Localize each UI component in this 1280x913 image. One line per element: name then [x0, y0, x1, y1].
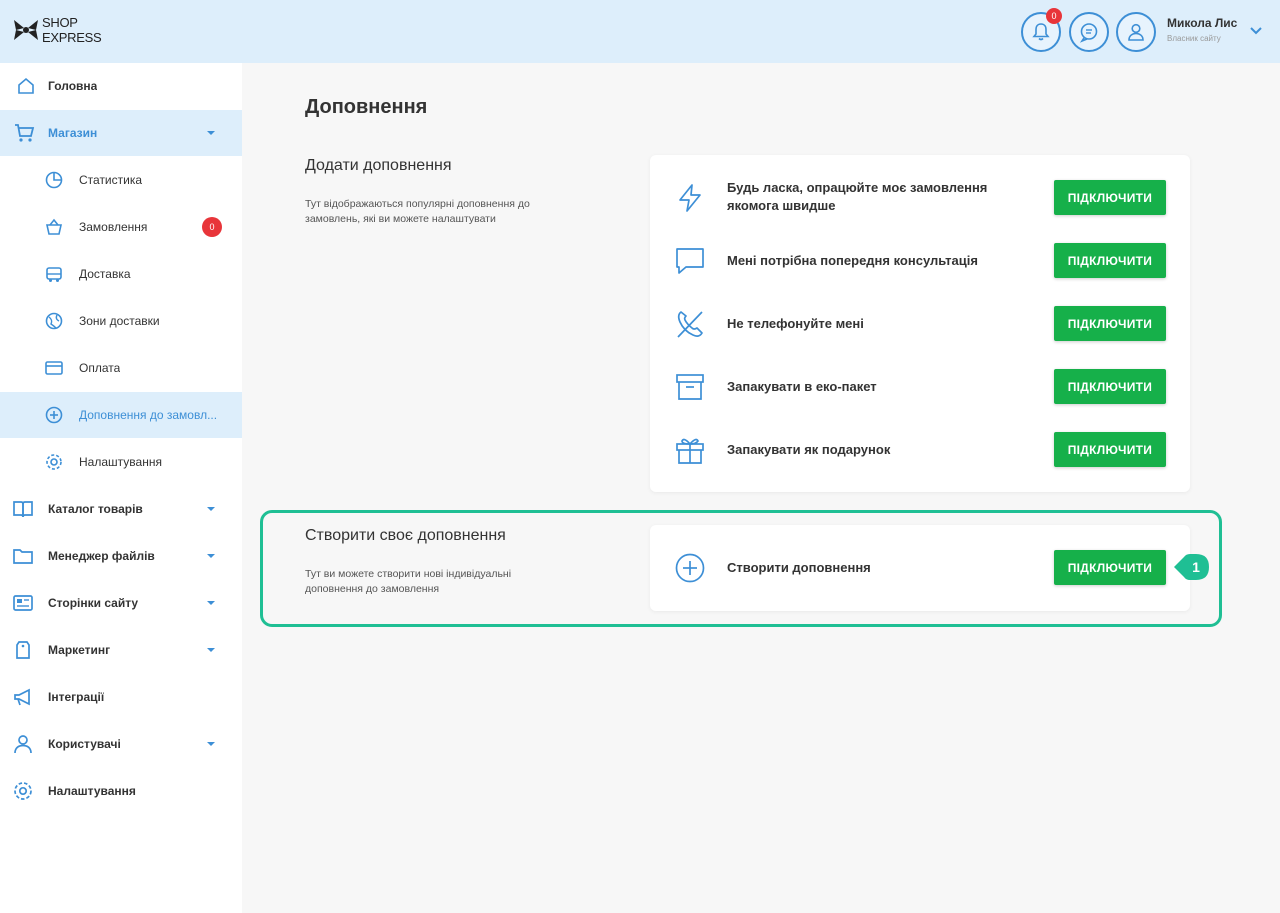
sidebar-item-label: Налаштування — [48, 784, 136, 798]
addon-label: Запакувати як подарунок — [727, 442, 891, 457]
addon-label: Мені потрібна попередня консультація — [727, 253, 978, 268]
sidebar-item-label: Статистика — [79, 173, 143, 187]
sidebar-item-label: Магазин — [48, 126, 98, 140]
add-section-title: Додати доповнення — [305, 157, 452, 174]
sidebar-item-delivery-zones[interactable]: Зони доставки — [0, 298, 242, 344]
sidebar-item-file-manager[interactable]: Менеджер файлів — [0, 533, 242, 579]
sidebar-item-orders[interactable]: Замовлення 0 — [0, 204, 242, 250]
sidebar-item-label: Оплата — [79, 361, 121, 375]
addon-row: Запакувати як подарунок ПІДКЛЮЧИТИ — [650, 418, 1190, 481]
addon-label: Не телефонуйте мені — [727, 316, 864, 331]
orders-count-badge: 0 — [202, 217, 222, 237]
user-avatar[interactable] — [1116, 12, 1156, 52]
sidebar-item-label: Зони доставки — [79, 314, 160, 328]
sidebar-item-label: Інтеграції — [48, 690, 105, 704]
addon-label: Запакувати в еко-пакет — [727, 379, 877, 394]
sidebar-item-site-pages[interactable]: Сторінки сайту — [0, 580, 242, 626]
sidebar-item-label: Маркетинг — [48, 643, 111, 657]
user-icon — [1128, 23, 1144, 41]
sidebar-item-catalog[interactable]: Каталог товарів — [0, 486, 242, 532]
chat-bubble-icon — [1079, 23, 1098, 43]
sidebar-item-integrations[interactable]: Інтеграції — [0, 674, 242, 720]
user-icon — [12, 733, 34, 755]
sidebar-item-label: Менеджер файлів — [48, 549, 155, 563]
caret-down-icon — [207, 554, 215, 558]
sidebar-item-label: Налаштування — [79, 455, 162, 469]
caret-down-icon — [207, 131, 215, 135]
logo-mark-icon — [14, 20, 38, 40]
sidebar: Головна Магазин Статистика Замовлення 0 … — [0, 63, 242, 913]
caret-down-icon — [207, 507, 215, 511]
pie-chart-icon — [43, 169, 65, 191]
book-icon — [12, 498, 34, 520]
caret-down-icon — [207, 648, 215, 652]
sidebar-item-users[interactable]: Користувачі — [0, 721, 242, 767]
add-section-description: Тут відображаються популярні доповнення … — [305, 198, 530, 225]
megaphone-icon — [12, 686, 34, 708]
tag-icon — [12, 639, 34, 661]
highlight-frame — [260, 510, 1222, 627]
settings-icon — [12, 780, 34, 802]
sidebar-item-shop-settings[interactable]: Налаштування — [0, 439, 242, 485]
sidebar-item-shop[interactable]: Магазин — [0, 110, 242, 156]
sidebar-item-label: Користувачі — [48, 737, 121, 751]
top-header: SHOP EXPRESS 0 Микола Лис Власник сайту — [0, 0, 1280, 63]
step-callout-number: 1 — [1192, 559, 1200, 575]
pages-icon — [12, 592, 34, 614]
gift-icon — [676, 438, 704, 464]
box-icon — [676, 374, 704, 400]
caret-down-icon — [207, 742, 215, 746]
connect-button[interactable]: ПІДКЛЮЧИТИ — [1054, 180, 1166, 215]
sidebar-item-statistics[interactable]: Статистика — [0, 157, 242, 203]
basket-icon — [43, 216, 65, 238]
plus-circle-icon — [43, 404, 65, 426]
connect-button[interactable]: ПІДКЛЮЧИТИ — [1054, 432, 1166, 467]
user-name[interactable]: Микола Лис — [1167, 16, 1237, 30]
addon-row: Запакувати в еко-пакет ПІДКЛЮЧИТИ — [650, 355, 1190, 418]
connect-button[interactable]: ПІДКЛЮЧИТИ — [1054, 306, 1166, 341]
sidebar-item-settings[interactable]: Налаштування — [0, 768, 242, 814]
notification-badge: 0 — [1046, 8, 1062, 24]
chevron-down-icon[interactable] — [1249, 26, 1263, 36]
addon-row: Мені потрібна попередня консультація ПІД… — [650, 229, 1190, 292]
home-icon — [15, 75, 37, 97]
card-icon — [43, 357, 65, 379]
no-phone-icon — [677, 311, 703, 338]
user-role: Власник сайту — [1167, 34, 1221, 43]
bell-icon — [1032, 23, 1050, 41]
logo-line-1: SHOP — [42, 15, 78, 30]
connect-button[interactable]: ПІДКЛЮЧИТИ — [1054, 243, 1166, 278]
connect-button[interactable]: ПІДКЛЮЧИТИ — [1054, 369, 1166, 404]
addon-row: Будь ласка, опрацюйте моє замовлення яко… — [650, 166, 1190, 229]
logo-text: SHOP EXPRESS — [42, 15, 102, 45]
sidebar-item-label: Головна — [48, 79, 98, 93]
messages-button[interactable] — [1069, 12, 1109, 52]
sidebar-item-label: Доповнення до замовл... — [79, 408, 218, 422]
folder-icon — [12, 545, 34, 567]
chat-icon — [676, 248, 704, 274]
cart-icon — [13, 122, 35, 144]
sidebar-item-home[interactable]: Головна — [0, 63, 242, 109]
addon-row: Не телефонуйте мені ПІДКЛЮЧИТИ — [650, 292, 1190, 355]
gear-icon — [43, 451, 65, 473]
sidebar-item-label: Доставка — [79, 267, 131, 281]
lightning-icon — [679, 184, 701, 212]
sidebar-item-payment[interactable]: Оплата — [0, 345, 242, 391]
sidebar-item-delivery[interactable]: Доставка — [0, 251, 242, 297]
truck-icon — [43, 263, 65, 285]
caret-down-icon — [207, 601, 215, 605]
sidebar-item-label: Замовлення — [79, 220, 148, 234]
sidebar-item-order-addons[interactable]: Доповнення до замовл... — [0, 392, 242, 438]
page-title: Доповнення — [305, 96, 428, 118]
sidebar-item-label: Сторінки сайту — [48, 596, 139, 610]
addon-label: Будь ласка, опрацюйте моє замовлення яко… — [727, 180, 988, 213]
globe-icon — [43, 310, 65, 332]
logo-line-2: EXPRESS — [42, 30, 102, 45]
sidebar-item-marketing[interactable]: Маркетинг — [0, 627, 242, 673]
shop-express-logo[interactable]: SHOP EXPRESS — [12, 14, 112, 50]
sidebar-item-label: Каталог товарів — [48, 502, 143, 516]
